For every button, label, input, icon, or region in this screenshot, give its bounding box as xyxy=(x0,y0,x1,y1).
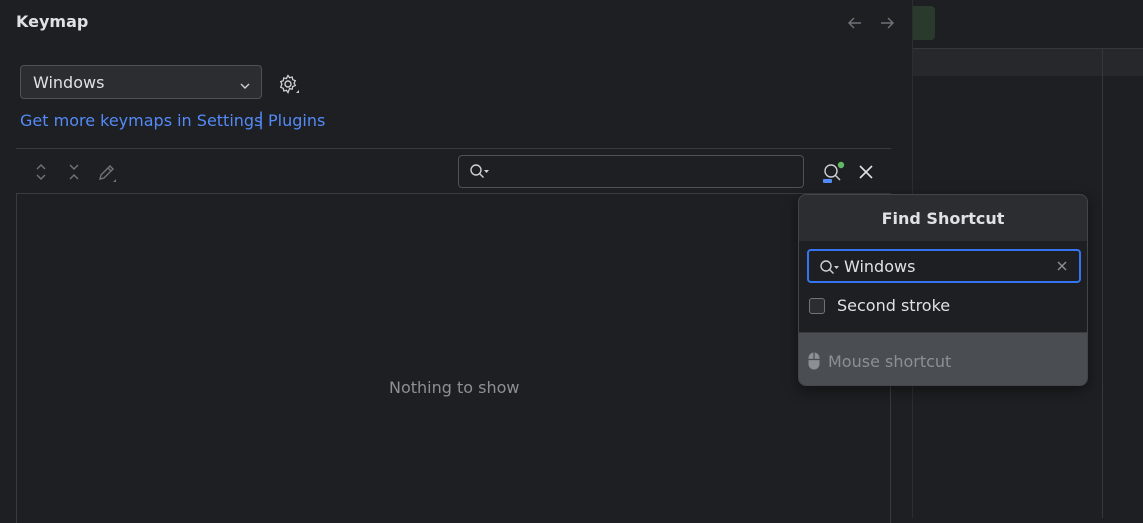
keymap-panel: Keymap Windows Get more keymaps in Setti… xyxy=(0,0,911,523)
background-green-button xyxy=(913,6,935,40)
keymap-select[interactable]: Windows xyxy=(20,65,262,99)
find-shortcut-popup: Find Shortcut Windows Second stroke Mous… xyxy=(798,194,1088,386)
expand-all-icon[interactable] xyxy=(30,161,52,183)
search-icon xyxy=(469,163,493,185)
second-stroke-label: Second stroke xyxy=(837,296,951,315)
popup-body: Windows Second stroke xyxy=(799,242,1087,332)
arrow-right-icon[interactable] xyxy=(876,14,898,37)
shortcut-input[interactable]: Windows xyxy=(807,249,1081,283)
keymap-tree xyxy=(16,193,891,523)
close-icon[interactable] xyxy=(856,162,876,182)
mouse-icon xyxy=(807,351,821,375)
clear-icon[interactable] xyxy=(1055,258,1069,277)
shortcut-input-value: Windows xyxy=(844,257,916,276)
link-separator: | xyxy=(258,109,265,130)
edit-shortcut-icon[interactable] xyxy=(96,161,118,183)
search-icon xyxy=(819,259,843,281)
find-by-shortcut-icon[interactable] xyxy=(820,160,845,184)
mouse-shortcut-label: Mouse shortcut xyxy=(828,352,952,371)
background-divider xyxy=(1102,48,1103,518)
gear-icon[interactable] xyxy=(276,72,299,94)
page-title: Keymap xyxy=(16,12,89,31)
popup-title: Find Shortcut xyxy=(881,209,1005,228)
empty-state-text: Nothing to show xyxy=(389,378,520,397)
more-keymaps-link[interactable]: Get more keymaps in Settings xyxy=(20,111,262,130)
arrow-left-icon[interactable] xyxy=(844,14,866,37)
toolbar-divider xyxy=(16,148,891,149)
search-input[interactable] xyxy=(458,155,804,188)
collapse-all-icon[interactable] xyxy=(63,161,85,183)
keymap-select-value: Windows xyxy=(33,73,105,92)
checkbox-box[interactable] xyxy=(809,298,825,314)
background-header-strip xyxy=(913,48,1143,76)
mouse-shortcut-area[interactable]: Mouse shortcut xyxy=(799,332,1087,385)
chevron-down-icon xyxy=(239,77,251,96)
plugins-link[interactable]: Plugins xyxy=(268,111,325,130)
